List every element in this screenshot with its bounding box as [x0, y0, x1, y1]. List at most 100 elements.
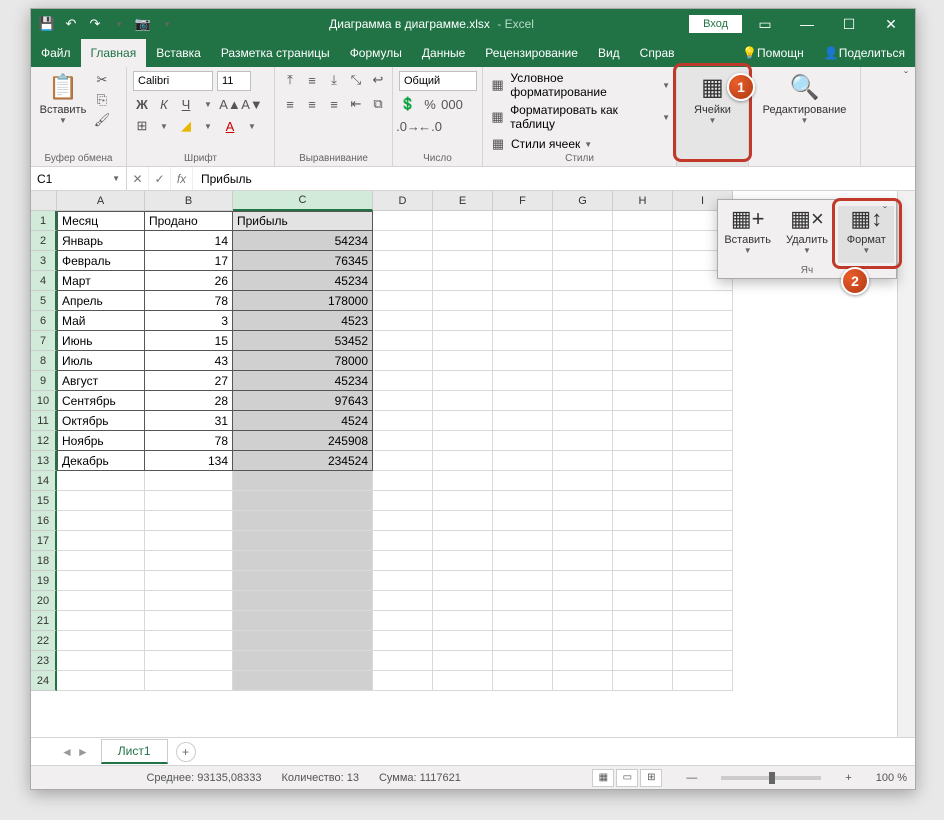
- zoom-level[interactable]: 100 %: [876, 772, 907, 784]
- cell-F6[interactable]: [493, 311, 553, 331]
- cell-H12[interactable]: [613, 431, 673, 451]
- cell-D14[interactable]: [373, 471, 433, 491]
- cell-I24[interactable]: [673, 671, 733, 691]
- cell-E23[interactable]: [433, 651, 493, 671]
- camera-icon[interactable]: 📷: [135, 16, 151, 32]
- cell-A21[interactable]: [57, 611, 145, 631]
- row-header-17[interactable]: 17: [31, 531, 57, 551]
- cell-G12[interactable]: [553, 431, 613, 451]
- tab-data[interactable]: Данные: [412, 39, 475, 67]
- col-header-A[interactable]: A: [57, 191, 145, 211]
- cell-I6[interactable]: [673, 311, 733, 331]
- col-header-H[interactable]: H: [613, 191, 673, 211]
- cell-B19[interactable]: [145, 571, 233, 591]
- cell-H21[interactable]: [613, 611, 673, 631]
- paste-button[interactable]: 📋 Вставить ▼: [37, 71, 89, 125]
- row-header-14[interactable]: 14: [31, 471, 57, 491]
- cell-A14[interactable]: [57, 471, 145, 491]
- cell-G19[interactable]: [553, 571, 613, 591]
- cell-H24[interactable]: [613, 671, 673, 691]
- tab-file[interactable]: Файл: [31, 39, 81, 67]
- tab-page-layout[interactable]: Разметка страницы: [211, 39, 340, 67]
- cell-B23[interactable]: [145, 651, 233, 671]
- cell-I20[interactable]: [673, 591, 733, 611]
- cell-D13[interactable]: [373, 451, 433, 471]
- sheet-nav-next-icon[interactable]: ►: [77, 745, 89, 759]
- cell-A10[interactable]: Сентябрь: [57, 391, 145, 411]
- row-header-6[interactable]: 6: [31, 311, 57, 331]
- align-middle-icon[interactable]: ≡: [303, 71, 321, 89]
- cell-F23[interactable]: [493, 651, 553, 671]
- minimize-icon[interactable]: —: [787, 10, 827, 38]
- row-header-15[interactable]: 15: [31, 491, 57, 511]
- cell-D20[interactable]: [373, 591, 433, 611]
- row-header-10[interactable]: 10: [31, 391, 57, 411]
- view-page-layout-icon[interactable]: ▭: [616, 769, 638, 787]
- cell-A18[interactable]: [57, 551, 145, 571]
- cell-H4[interactable]: [613, 271, 673, 291]
- ribbon-options-icon[interactable]: ▭: [745, 10, 785, 38]
- cell-E11[interactable]: [433, 411, 493, 431]
- cell-F15[interactable]: [493, 491, 553, 511]
- cancel-formula-icon[interactable]: ✕: [127, 167, 149, 190]
- row-header-12[interactable]: 12: [31, 431, 57, 451]
- cell-H8[interactable]: [613, 351, 673, 371]
- inc-decimal-icon[interactable]: .0→: [399, 117, 417, 135]
- cell-G6[interactable]: [553, 311, 613, 331]
- cell-A16[interactable]: [57, 511, 145, 531]
- dec-decimal-icon[interactable]: ←.0: [421, 117, 439, 135]
- cell-C13[interactable]: 234524: [233, 451, 373, 471]
- cell-B20[interactable]: [145, 591, 233, 611]
- editing-button[interactable]: 🔍 Редактирование ▼: [779, 71, 831, 125]
- cell-C11[interactable]: 4524: [233, 411, 373, 431]
- cell-F20[interactable]: [493, 591, 553, 611]
- save-icon[interactable]: 💾: [39, 16, 55, 32]
- cell-G7[interactable]: [553, 331, 613, 351]
- row-header-18[interactable]: 18: [31, 551, 57, 571]
- cell-A8[interactable]: Июль: [57, 351, 145, 371]
- merge-icon[interactable]: ⧉: [369, 95, 387, 113]
- cell-F24[interactable]: [493, 671, 553, 691]
- cell-A13[interactable]: Декабрь: [57, 451, 145, 471]
- row-header-22[interactable]: 22: [31, 631, 57, 651]
- row-header-20[interactable]: 20: [31, 591, 57, 611]
- font-color-icon[interactable]: А: [221, 117, 239, 135]
- cell-C8[interactable]: 78000: [233, 351, 373, 371]
- cell-E19[interactable]: [433, 571, 493, 591]
- cell-E14[interactable]: [433, 471, 493, 491]
- cell-I9[interactable]: [673, 371, 733, 391]
- cell-F8[interactable]: [493, 351, 553, 371]
- cell-H5[interactable]: [613, 291, 673, 311]
- cell-H13[interactable]: [613, 451, 673, 471]
- cell-D2[interactable]: [373, 231, 433, 251]
- format-painter-icon[interactable]: 🖌: [93, 111, 111, 129]
- cell-H1[interactable]: [613, 211, 673, 231]
- tab-review[interactable]: Рецензирование: [475, 39, 588, 67]
- cell-E3[interactable]: [433, 251, 493, 271]
- cell-F22[interactable]: [493, 631, 553, 651]
- cell-F17[interactable]: [493, 531, 553, 551]
- panel-collapse-icon[interactable]: ˇ: [876, 202, 894, 220]
- cell-B1[interactable]: Продано: [145, 211, 233, 231]
- cell-B21[interactable]: [145, 611, 233, 631]
- conditional-formatting-button[interactable]: ▦Условное форматирование ▼: [489, 71, 670, 99]
- cell-E2[interactable]: [433, 231, 493, 251]
- cell-F7[interactable]: [493, 331, 553, 351]
- cell-C21[interactable]: [233, 611, 373, 631]
- cell-D9[interactable]: [373, 371, 433, 391]
- cell-B15[interactable]: [145, 491, 233, 511]
- col-header-B[interactable]: B: [145, 191, 233, 211]
- cell-F5[interactable]: [493, 291, 553, 311]
- cell-E8[interactable]: [433, 351, 493, 371]
- cell-F13[interactable]: [493, 451, 553, 471]
- cell-A15[interactable]: [57, 491, 145, 511]
- fill-color-icon[interactable]: ◢: [177, 117, 195, 135]
- cell-C5[interactable]: 178000: [233, 291, 373, 311]
- cell-C10[interactable]: 97643: [233, 391, 373, 411]
- maximize-icon[interactable]: ☐: [829, 10, 869, 38]
- italic-icon[interactable]: К: [155, 95, 173, 113]
- cell-G8[interactable]: [553, 351, 613, 371]
- cell-D24[interactable]: [373, 671, 433, 691]
- cell-A5[interactable]: Апрель: [57, 291, 145, 311]
- cell-F1[interactable]: [493, 211, 553, 231]
